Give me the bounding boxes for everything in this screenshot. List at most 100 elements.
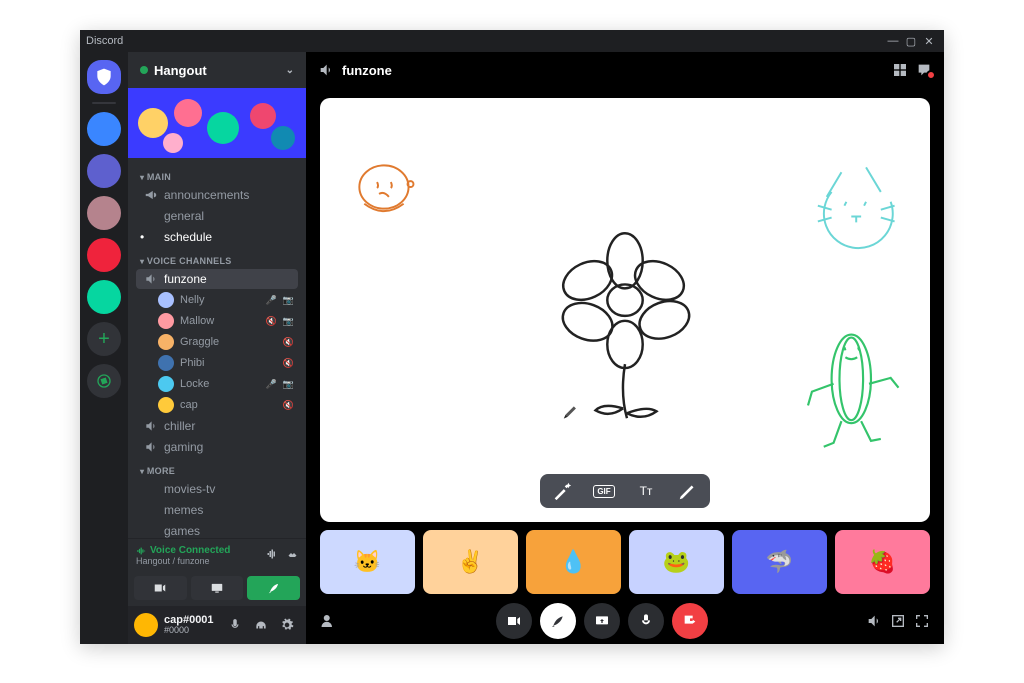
server-icon[interactable] — [87, 280, 121, 314]
add-server-button[interactable]: + — [87, 322, 121, 356]
voice-user[interactable]: Graggle 🔇 — [136, 332, 298, 352]
participant-tile[interactable]: 🐸 — [629, 530, 724, 594]
server-icon[interactable] — [87, 154, 121, 188]
call-controls — [306, 598, 944, 644]
text-channel[interactable]: •schedule — [136, 227, 298, 247]
canvas-toolbar: GIF Tт — [540, 474, 710, 508]
channel-label: general — [164, 209, 204, 223]
channel-header: funzone — [306, 52, 944, 88]
server-rail: + — [80, 52, 128, 644]
user-avatar-small — [158, 292, 174, 308]
gif-button[interactable]: GIF — [590, 480, 618, 502]
fullscreen-icon[interactable] — [914, 613, 930, 629]
user-avatar[interactable] — [134, 613, 158, 637]
voice-user[interactable]: cap 🔇 — [136, 395, 298, 415]
invite-button[interactable] — [320, 612, 338, 630]
server-header[interactable]: Hangout ⌄ — [128, 52, 306, 88]
window-maximize[interactable]: ▢ — [902, 35, 920, 48]
notification-badge — [926, 70, 936, 80]
volume-icon[interactable] — [866, 613, 882, 629]
user-avatar-small — [158, 355, 174, 371]
activity-button[interactable] — [247, 576, 300, 600]
channel-label: games — [164, 524, 200, 538]
participant-tile[interactable]: 🦈 — [732, 530, 827, 594]
home-button[interactable] — [87, 60, 121, 94]
window-close[interactable]: ✕ — [920, 35, 938, 48]
user-avatar-small — [158, 397, 174, 413]
call-video-button[interactable] — [496, 603, 532, 639]
mic-icon: 🔇 — [283, 358, 294, 369]
pencil-tool-button[interactable] — [674, 480, 702, 502]
text-channel[interactable]: announcements — [136, 185, 298, 205]
popout-icon[interactable] — [890, 613, 906, 629]
text-channel[interactable]: general — [136, 206, 298, 226]
category-header[interactable]: MORE — [132, 458, 302, 478]
channel-label: funzone — [164, 272, 207, 286]
magic-wand-button[interactable] — [548, 480, 576, 502]
voice-user[interactable]: Phibi 🔇 — [136, 353, 298, 373]
app-name: Discord — [86, 35, 123, 47]
server-icon[interactable] — [87, 112, 121, 146]
noise-suppression-icon[interactable] — [266, 548, 278, 560]
participant-tile[interactable]: ✌️ — [423, 530, 518, 594]
voice-channel[interactable]: chiller — [136, 416, 298, 436]
explore-button[interactable] — [87, 364, 121, 398]
channel-label: announcements — [164, 188, 249, 202]
channel-title: funzone — [342, 63, 392, 78]
channel-label: gaming — [164, 440, 203, 454]
speaker-icon — [144, 440, 158, 454]
call-mic-button[interactable] — [628, 603, 664, 639]
speaker-icon — [144, 272, 158, 286]
text-channel[interactable]: memes — [136, 500, 298, 520]
voice-user[interactable]: Mallow 🔇 📷 — [136, 311, 298, 331]
disconnect-icon[interactable] — [286, 548, 298, 560]
voice-action-row — [128, 572, 306, 606]
channel-label: chiller — [164, 419, 195, 433]
mic-icon: 🔇 — [283, 337, 294, 348]
participant-tile[interactable]: 💧 — [526, 530, 621, 594]
mute-button[interactable] — [228, 618, 248, 632]
user-avatar-small — [158, 334, 174, 350]
settings-button[interactable] — [280, 618, 300, 632]
mic-icon: 🎤 — [266, 295, 277, 306]
video-toggle-button[interactable] — [134, 576, 187, 600]
voice-user[interactable]: Locke 🎤 📷 — [136, 374, 298, 394]
boost-indicator — [140, 66, 148, 74]
window-titlebar: Discord — ▢ ✕ — [80, 30, 944, 52]
voice-channel[interactable]: gaming — [136, 437, 298, 457]
participant-tile[interactable]: 🍓 — [835, 530, 930, 594]
speaker-icon — [318, 62, 334, 78]
server-icon[interactable] — [87, 196, 121, 230]
deafen-button[interactable] — [254, 618, 274, 632]
server-icon[interactable] — [87, 238, 121, 272]
server-banner — [128, 88, 306, 158]
call-screen-button[interactable] — [584, 603, 620, 639]
drawing-canvas[interactable]: GIF Tт — [320, 98, 930, 522]
call-activity-button[interactable] — [540, 603, 576, 639]
voice-channel[interactable]: funzone — [136, 269, 298, 289]
voice-user-name: Mallow — [180, 315, 260, 327]
speaker-icon — [144, 419, 158, 433]
voice-user-name: Locke — [180, 378, 260, 390]
call-leave-button[interactable] — [672, 603, 708, 639]
mic-icon: 🔇 — [283, 400, 294, 411]
inbox-icon[interactable] — [916, 62, 932, 78]
user-footer: cap#0001 #0000 — [128, 606, 306, 644]
grid-view-icon[interactable] — [892, 62, 908, 78]
channel-label: memes — [164, 503, 203, 517]
screen-share-button[interactable] — [191, 576, 244, 600]
hash-icon — [144, 503, 158, 517]
hash-icon — [144, 482, 158, 496]
window-minimize[interactable]: — — [884, 35, 902, 47]
mic-icon: 🎤 — [266, 379, 277, 390]
category-header[interactable]: VOICE CHANNELS — [132, 248, 302, 268]
text-channel[interactable]: movies-tv — [136, 479, 298, 499]
text-tool-button[interactable]: Tт — [632, 480, 660, 502]
camera-icon: 📷 — [283, 379, 294, 390]
voice-user-name: cap — [180, 399, 277, 411]
text-channel[interactable]: games — [136, 521, 298, 538]
participant-tile[interactable]: 🐱 — [320, 530, 415, 594]
user-tag: #0000 — [164, 626, 222, 636]
category-header[interactable]: MAIN — [132, 164, 302, 184]
voice-user[interactable]: Nelly 🎤 📷 — [136, 290, 298, 310]
